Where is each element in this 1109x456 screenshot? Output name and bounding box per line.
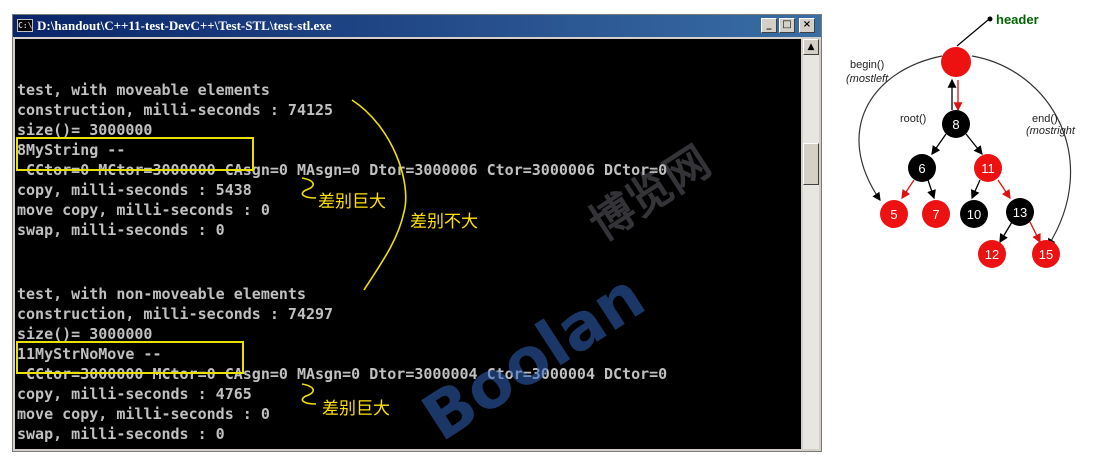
node-12: 12 [978, 240, 1006, 268]
header-label: header [996, 12, 1039, 27]
header-dot [987, 16, 993, 22]
node-10: 10 [960, 200, 988, 228]
node-11: 11 [974, 154, 1002, 182]
svg-text:5: 5 [890, 207, 897, 222]
svg-text:6: 6 [918, 161, 925, 176]
annotation-small-diff: 差别不大 [410, 212, 478, 232]
begin-label: begin() [850, 59, 884, 71]
node-15: 15 [1032, 240, 1060, 268]
svg-text:12: 12 [985, 247, 999, 262]
annotation-huge-diff-1: 差别巨大 [318, 192, 386, 212]
end-label: end() [1032, 113, 1058, 125]
brace-curve-1 [301, 177, 317, 199]
annotation-huge-diff-2: 差别巨大 [322, 399, 390, 419]
leftmost-label: (mostleft [846, 73, 889, 85]
rightmost-label: (mostright [1026, 125, 1076, 137]
node-6: 6 [908, 154, 936, 182]
header-pointer-line [956, 19, 989, 47]
svg-text:7: 7 [932, 207, 939, 222]
node-13: 13 [1006, 198, 1034, 226]
svg-text:15: 15 [1039, 247, 1053, 262]
svg-text:8: 8 [952, 117, 959, 132]
svg-text:11: 11 [981, 161, 995, 176]
root-label: root() [900, 113, 926, 125]
node-5: 5 [880, 200, 908, 228]
svg-text:10: 10 [967, 207, 981, 222]
red-black-tree-diagram: header begin() (mostleft root() end() (m… [832, 10, 1102, 272]
brace-curve-2 [301, 383, 317, 405]
header-node [941, 47, 971, 77]
node-8: 8 [942, 110, 970, 138]
svg-text:13: 13 [1013, 205, 1027, 220]
node-7: 7 [922, 200, 950, 228]
